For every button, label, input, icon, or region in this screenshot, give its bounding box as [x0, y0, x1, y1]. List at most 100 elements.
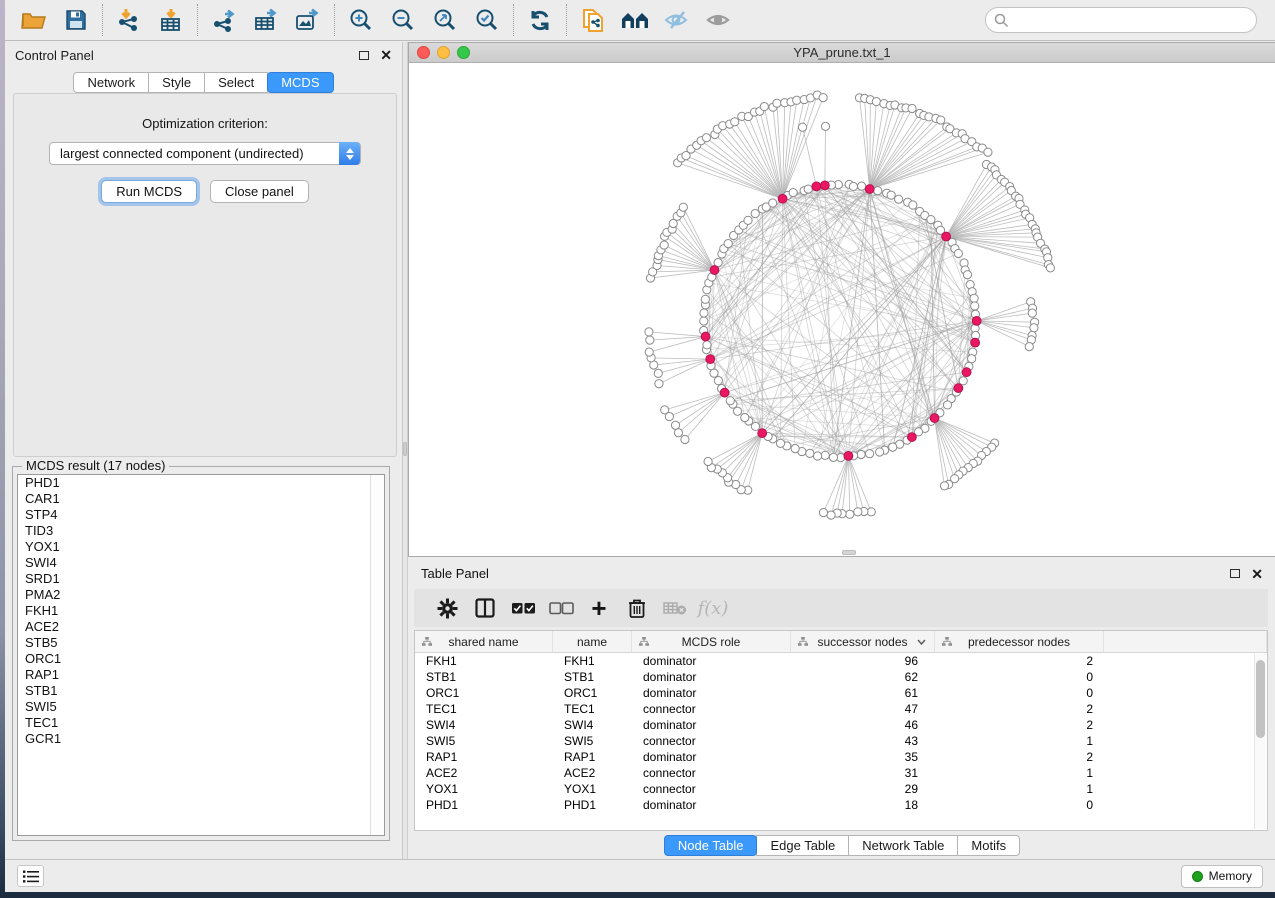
graph-node[interactable]	[701, 295, 709, 303]
zoom-out-button[interactable]	[382, 2, 424, 38]
graph-node[interactable]	[1028, 309, 1036, 317]
graph-node[interactable]	[1030, 324, 1038, 332]
mcds-result-item[interactable]: GCR1	[18, 731, 384, 747]
graph-node[interactable]	[751, 209, 759, 217]
graph-node-dominator[interactable]	[701, 332, 710, 341]
graph-node[interactable]	[645, 328, 653, 336]
graph-node-dominator[interactable]	[812, 182, 821, 191]
mcds-result-item[interactable]: PHD1	[18, 475, 384, 491]
graph-node-dominator[interactable]	[972, 316, 981, 325]
graph-node-dominator[interactable]	[865, 185, 874, 194]
close-panel-button[interactable]: Close panel	[210, 180, 309, 203]
graph-node-dominator[interactable]	[820, 181, 829, 190]
graph-node[interactable]	[773, 99, 781, 107]
graph-node[interactable]	[954, 249, 962, 257]
table-scrollbar-thumb[interactable]	[1256, 660, 1265, 738]
network-canvas[interactable]	[409, 63, 1275, 556]
graph-node[interactable]	[849, 182, 857, 190]
table-row[interactable]: STB1STB1dominator620	[415, 669, 1267, 685]
save-session-button[interactable]	[55, 2, 97, 38]
graph-node[interactable]	[776, 439, 784, 447]
tab-network-table[interactable]: Network Table	[848, 835, 958, 856]
graph-node[interactable]	[889, 443, 897, 451]
graph-node-dominator[interactable]	[758, 429, 767, 438]
memory-button[interactable]: Memory	[1181, 865, 1263, 888]
zoom-in-button[interactable]	[340, 2, 382, 38]
run-mcds-button[interactable]: Run MCDS	[101, 180, 197, 203]
graph-node[interactable]	[846, 510, 854, 518]
mcds-result-item[interactable]: STP4	[18, 507, 384, 523]
column-header-successor-nodes[interactable]: successor nodes	[791, 631, 935, 652]
graph-node-dominator[interactable]	[844, 451, 853, 460]
tab-select[interactable]: Select	[204, 72, 268, 93]
table-row[interactable]: YOX1YOX1connector291	[415, 781, 1267, 797]
graph-node[interactable]	[710, 369, 718, 377]
table-settings-button[interactable]	[428, 592, 466, 624]
graph-node[interactable]	[829, 453, 837, 461]
graph-node-dominator[interactable]	[962, 368, 971, 377]
graph-node[interactable]	[704, 457, 712, 465]
graph-node[interactable]	[876, 448, 884, 456]
mcds-result-item[interactable]: STB5	[18, 635, 384, 651]
export-image-button[interactable]	[287, 2, 329, 38]
graph-node[interactable]	[804, 185, 812, 193]
table-scrollbar[interactable]	[1254, 654, 1266, 829]
mcds-result-item[interactable]: PMA2	[18, 587, 384, 603]
hide-selected-button[interactable]	[656, 2, 698, 38]
graph-node[interactable]	[1025, 343, 1033, 351]
tab-style[interactable]: Style	[148, 72, 205, 93]
network-file-button[interactable]	[572, 2, 614, 38]
delete-column-button[interactable]	[618, 592, 656, 624]
graph-node[interactable]	[645, 348, 653, 356]
graph-node[interactable]	[1046, 264, 1054, 272]
graph-node[interactable]	[806, 449, 814, 457]
select-all-button[interactable]	[504, 592, 542, 624]
zoom-selected-button[interactable]	[466, 2, 508, 38]
horizontal-divider-handle[interactable]	[842, 550, 856, 555]
graph-node[interactable]	[660, 241, 668, 249]
graph-node[interactable]	[679, 203, 687, 211]
graph-node[interactable]	[854, 508, 862, 516]
table-row[interactable]: RAP1RAP1dominator352	[415, 749, 1267, 765]
column-header-name[interactable]: name	[553, 631, 632, 652]
network-view-titlebar[interactable]: YPA_prune.txt_1	[409, 43, 1275, 63]
graph-node[interactable]	[821, 122, 829, 130]
first-neighbors-button[interactable]	[614, 2, 656, 38]
optimization-criterion-select[interactable]: largest connected component (undirected)	[49, 142, 361, 165]
mcds-result-item[interactable]: YOX1	[18, 539, 384, 555]
export-table-button[interactable]	[245, 2, 287, 38]
open-file-button[interactable]	[13, 2, 55, 38]
mcds-result-item[interactable]: TEC1	[18, 715, 384, 731]
network-graph[interactable]	[409, 63, 1275, 556]
deselect-all-button[interactable]	[542, 592, 580, 624]
graph-node[interactable]	[724, 240, 732, 248]
mcds-result-item[interactable]: ORC1	[18, 651, 384, 667]
graph-node[interactable]	[857, 450, 865, 458]
close-table-panel-icon[interactable]: ✕	[1251, 569, 1263, 579]
graph-node[interactable]	[702, 134, 710, 142]
graph-node[interactable]	[827, 511, 835, 519]
graph-node[interactable]	[968, 355, 976, 363]
graph-node-dominator[interactable]	[930, 414, 939, 423]
graph-node[interactable]	[984, 148, 992, 156]
divider-handle-icon[interactable]	[403, 442, 407, 456]
graph-node[interactable]	[821, 451, 829, 459]
graph-node[interactable]	[661, 406, 669, 414]
float-panel-icon[interactable]	[359, 51, 369, 60]
create-column-button[interactable]: +	[580, 592, 618, 624]
graph-node-dominator[interactable]	[907, 433, 916, 442]
graph-node[interactable]	[895, 195, 903, 203]
graph-node-dominator[interactable]	[710, 266, 719, 275]
table-row[interactable]: ACE2ACE2connector311	[415, 765, 1267, 781]
tab-edge-table[interactable]: Edge Table	[756, 835, 849, 856]
float-table-panel-icon[interactable]	[1230, 569, 1240, 578]
graph-node[interactable]	[943, 401, 951, 409]
graph-node[interactable]	[887, 191, 895, 199]
column-header-shared-name[interactable]: shared name	[415, 631, 553, 652]
function-builder-button[interactable]: f(x)	[694, 592, 732, 624]
table-row[interactable]: FKH1FKH1dominator962	[415, 653, 1267, 669]
tab-motifs[interactable]: Motifs	[957, 835, 1020, 856]
refresh-button[interactable]	[519, 2, 561, 38]
graph-node[interactable]	[819, 94, 827, 102]
graph-node[interactable]	[793, 96, 801, 104]
